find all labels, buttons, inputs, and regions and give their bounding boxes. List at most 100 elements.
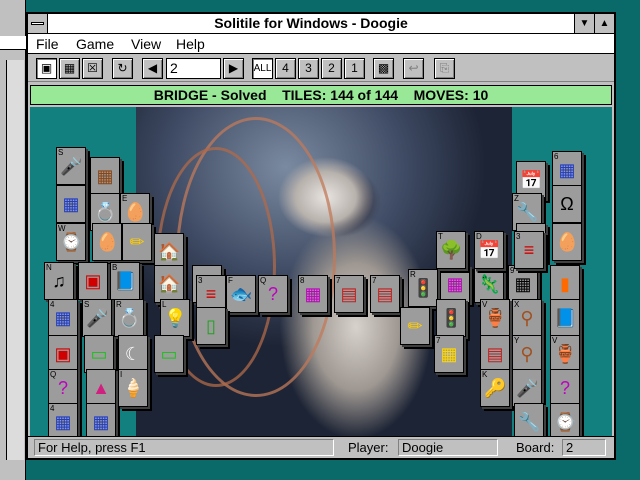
tile-icon: ▦ — [54, 412, 72, 432]
tile[interactable]: V 🏺 — [550, 335, 580, 373]
tile[interactable]: ▮ — [550, 265, 580, 303]
tile[interactable]: ▭ — [154, 335, 184, 373]
tile-icon: 🎤 — [516, 378, 539, 398]
maximize-button[interactable]: ▲ — [594, 14, 614, 33]
tile[interactable]: ▦ — [56, 185, 86, 223]
tile[interactable]: 🎤 — [512, 369, 542, 407]
player-value: Doogie — [398, 439, 498, 456]
tile[interactable]: 🏠 — [154, 265, 184, 303]
tile-icon: ▦ — [446, 274, 464, 294]
tile[interactable]: 6 ▦ — [552, 151, 582, 189]
tile[interactable]: 7 ▤ — [370, 275, 400, 313]
tile[interactable]: ⌚ — [550, 403, 580, 438]
background-scrollbar[interactable] — [6, 60, 24, 460]
tile[interactable]: ☾ — [118, 335, 148, 373]
close-game-button[interactable]: ☒ — [82, 58, 103, 79]
x-box-icon: ☒ — [87, 61, 98, 75]
tile[interactable]: 🥚 — [92, 223, 122, 261]
tile[interactable]: ▣ — [48, 335, 78, 373]
tile[interactable]: 3 ≡ — [514, 231, 544, 269]
tile[interactable]: Y ⚲ — [512, 335, 542, 373]
show-all-button[interactable]: ALL — [252, 58, 273, 79]
app-window: Solitile for Windows - Doogie ▼ ▲ File G… — [26, 12, 616, 460]
tile[interactable]: ✏ — [400, 307, 430, 345]
tile-icon: 📅 — [520, 170, 543, 190]
checker-button[interactable]: ▩ — [373, 58, 394, 79]
tile[interactable]: S 🎤 — [56, 147, 86, 185]
tile[interactable]: I 🍦 — [118, 369, 148, 407]
tile-icon: ▦ — [558, 160, 576, 180]
tile[interactable]: 🥚 — [552, 223, 582, 261]
tile[interactable]: R 🚦 — [408, 269, 438, 307]
menu-view[interactable]: View — [131, 36, 161, 52]
level-input[interactable]: 2 — [166, 58, 221, 79]
game-board[interactable]: S🎤▦▦💍E🥚W⌚🥚✏🏠N♫▣B📘🏠▦3≡F🐟Q?8▦7▤7▤R🚦▦G🦎9▦▮4… — [30, 107, 612, 438]
tile-icon: 🔧 — [518, 412, 541, 432]
undo-button[interactable]: ↩ — [403, 58, 424, 79]
hint-icon: ⎘ — [439, 61, 450, 75]
menu-file[interactable]: File — [36, 36, 59, 52]
tile[interactable]: Ω — [552, 185, 582, 223]
tile[interactable]: N ♫ — [44, 262, 74, 300]
help-text: For Help, press F1 — [34, 439, 334, 456]
tile-icon: ▦ — [54, 308, 72, 328]
tile[interactable]: 🔧 — [514, 403, 544, 438]
tile[interactable]: ? — [550, 369, 580, 407]
tile[interactable]: ▲ — [86, 369, 116, 407]
hint-button[interactable]: ⎘ — [434, 58, 455, 79]
tile[interactable]: 4 ▦ — [48, 299, 78, 337]
tile[interactable]: W ⌚ — [56, 223, 86, 261]
tile[interactable]: B 📘 — [110, 262, 140, 300]
tile[interactable]: ▯ — [196, 307, 226, 345]
tile[interactable]: T 🌳 — [436, 231, 466, 269]
tile[interactable]: ▦ — [90, 157, 120, 195]
next-level-button[interactable]: ▶ — [223, 58, 244, 79]
tile[interactable]: 🚦 — [436, 299, 466, 337]
tile[interactable]: Q? — [48, 369, 78, 407]
tile[interactable]: 9 ▦ — [508, 265, 538, 303]
tile[interactable]: D 📅 — [474, 231, 504, 269]
tile[interactable]: K 🔑 — [480, 369, 510, 407]
tile[interactable]: 7 ▦ — [434, 335, 464, 373]
tile-icon: ≡ — [205, 284, 217, 304]
tile[interactable]: F 🐟 — [226, 275, 256, 313]
tile[interactable]: ▭ — [84, 335, 114, 373]
minimize-button[interactable]: ▼ — [574, 14, 594, 33]
layout-grid-icon: ▦ — [63, 61, 76, 75]
tile[interactable]: ▤ — [480, 335, 510, 373]
tile[interactable]: ✏ — [122, 223, 152, 261]
layout-status: BRIDGE - Solved — [153, 87, 267, 103]
tile-icon: 🥚 — [556, 232, 579, 252]
tile[interactable]: R 💍 — [114, 299, 144, 337]
tile[interactable]: 📘 — [550, 299, 580, 337]
tile[interactable]: V 🏺 — [480, 299, 510, 337]
window-title: Solitile for Windows - Doogie — [214, 15, 408, 31]
tile[interactable]: ▦ — [440, 265, 470, 303]
tile[interactable]: L 💡 — [160, 299, 190, 337]
tile[interactable]: Q? — [258, 275, 288, 313]
tile[interactable]: 8 ▦ — [298, 275, 328, 313]
tile[interactable]: ▦ — [86, 403, 116, 438]
level-2-button[interactable]: 2 — [321, 58, 342, 79]
tile[interactable]: S 🎤 — [82, 299, 112, 337]
level-3-button[interactable]: 3 — [298, 58, 319, 79]
title-bar[interactable]: Solitile for Windows - Doogie ▼ ▲ — [28, 14, 614, 34]
level-4-button[interactable]: 4 — [275, 58, 296, 79]
new-game-button[interactable]: ▣ — [36, 58, 57, 79]
tile-icon: 💍 — [118, 308, 141, 328]
level-1-button[interactable]: 1 — [344, 58, 365, 79]
tile[interactable]: ▣ — [78, 262, 108, 300]
tile[interactable]: 4 ▦ — [48, 403, 78, 438]
system-menu-button[interactable] — [28, 14, 48, 33]
tile-icon: 💍 — [94, 202, 117, 222]
layout-button[interactable]: ▦ — [59, 58, 80, 79]
tile[interactable]: 7 ▤ — [334, 275, 364, 313]
tile[interactable]: X ⚲ — [512, 299, 542, 337]
tile-icon: 🔧 — [516, 202, 539, 222]
prev-level-button[interactable]: ◀ — [142, 58, 163, 79]
menu-help[interactable]: Help — [176, 36, 205, 52]
menu-game[interactable]: Game — [76, 36, 114, 52]
tile[interactable]: G 🦎 — [474, 265, 504, 303]
tile-icon: 📅 — [478, 240, 501, 260]
restart-button[interactable]: ↻ — [112, 58, 133, 79]
